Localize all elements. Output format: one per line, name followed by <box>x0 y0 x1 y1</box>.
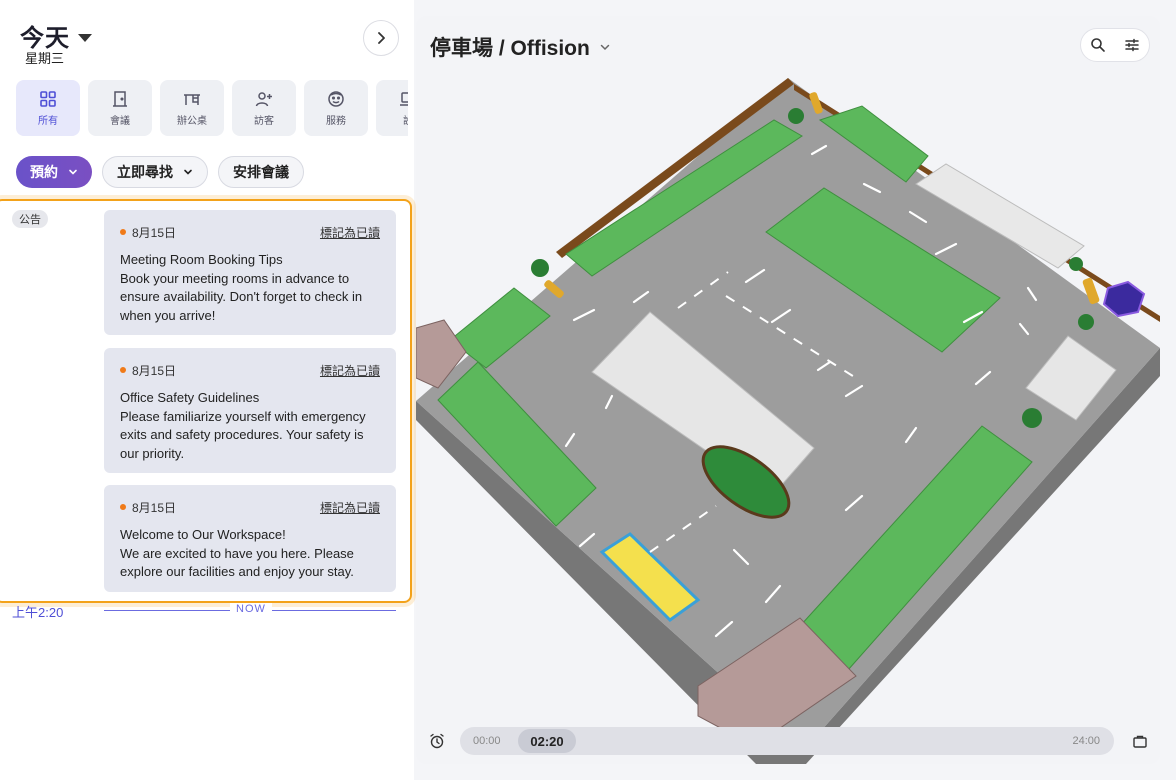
announcement-body: Please familiarize yourself with emergen… <box>120 408 366 461</box>
category-service[interactable]: 服務 <box>304 80 368 136</box>
category-all[interactable]: 所有 <box>16 80 80 136</box>
briefcase-icon <box>1133 735 1147 748</box>
shrub <box>1069 257 1083 271</box>
announcement-body: Book your meeting rooms in advance to en… <box>120 270 363 323</box>
announcement-tag: 公告 <box>12 210 48 228</box>
category-tabs: 所有 會議 辦公桌 訪客 服務 設 <box>16 80 408 136</box>
chevron-down-icon <box>600 44 610 51</box>
weekday-label: 星期三 <box>25 51 65 66</box>
category-label: 訪客 <box>254 116 274 127</box>
alarm-button[interactable] <box>424 728 450 754</box>
app: 今天 星期三 所有 會議 辦公桌 訪客 服務 預約 立即尋找 安排會議 公告 8… <box>0 0 1176 780</box>
shrub <box>1022 408 1042 428</box>
book-button[interactable]: 預約 <box>16 156 92 188</box>
briefcase-button[interactable] <box>1128 729 1152 753</box>
parking-map[interactable] <box>416 16 1160 764</box>
category-label: 所有 <box>38 116 58 127</box>
category-label: 服務 <box>326 116 346 127</box>
caret-down-icon <box>78 33 92 42</box>
find-now-button[interactable]: 立即尋找 <box>102 156 208 188</box>
now-time: 上午2:20 <box>12 605 64 620</box>
schedule-meeting-label: 安排會議 <box>233 164 289 180</box>
slider-end-label: 24:00 <box>1072 735 1100 747</box>
announcement-title: Office Safety Guidelines <box>120 390 260 405</box>
next-day-button[interactable] <box>363 20 399 56</box>
door-icon <box>113 91 127 107</box>
schedule-meeting-button[interactable]: 安排會議 <box>218 156 304 188</box>
announcement-card[interactable]: 8月15日 標記為已讀 Meeting Room Booking Tips Bo… <box>104 210 396 335</box>
time-slider[interactable]: 00:00 02:20 24:00 <box>460 727 1114 755</box>
unread-dot <box>120 367 126 373</box>
map-title-selector[interactable]: 停車場 / Offision <box>430 32 610 62</box>
grid-icon <box>40 91 56 107</box>
device-icon <box>400 92 408 106</box>
chevron-down-icon <box>184 169 192 175</box>
announcement-card[interactable]: 8月15日 標記為已讀 Welcome to Our Workspace! We… <box>104 485 396 592</box>
slider-thumb[interactable]: 02:20 <box>518 729 576 753</box>
alarm-clock-icon <box>430 733 444 749</box>
announcement-title: Meeting Room Booking Tips <box>120 252 283 267</box>
action-bar: 預約 立即尋找 安排會議 <box>16 156 304 188</box>
map-title: 停車場 / Offision <box>430 37 590 60</box>
category-visitor[interactable]: 訪客 <box>232 80 296 136</box>
announcement-title: Welcome to Our Workspace! <box>120 527 286 542</box>
time-slider-bar: 00:00 02:20 24:00 <box>424 726 1152 756</box>
filter-sliders-icon[interactable] <box>1124 37 1140 53</box>
announcement-date: 8月15日 <box>132 225 177 240</box>
category-desk[interactable]: 辦公桌 <box>160 80 224 136</box>
now-indicator: 上午2:20 NOW <box>12 602 396 620</box>
book-button-label: 預約 <box>30 164 58 180</box>
mark-as-read-link[interactable]: 標記為已讀 <box>320 362 380 379</box>
mark-as-read-link[interactable]: 標記為已讀 <box>320 224 380 241</box>
face-icon <box>328 91 344 107</box>
left-panel: 今天 星期三 所有 會議 辦公桌 訪客 服務 預約 立即尋找 安排會議 公告 8… <box>0 0 414 780</box>
category-meeting[interactable]: 會議 <box>88 80 152 136</box>
map-panel: 停車場 / Offision 00:00 02:20 24:00 <box>416 16 1160 764</box>
search-icon[interactable] <box>1090 37 1106 53</box>
chevron-down-icon <box>69 169 77 175</box>
add-person-icon <box>255 92 272 107</box>
announcement-date: 8月15日 <box>132 500 177 515</box>
shrub <box>1078 314 1094 330</box>
category-label: 設 <box>403 112 408 127</box>
now-label: NOW <box>230 603 272 615</box>
unread-dot <box>120 229 126 235</box>
slider-start-label: 00:00 <box>473 735 501 747</box>
announcement-date: 8月15日 <box>132 363 177 378</box>
announcement-body: We are excited to have you here. Please … <box>120 545 354 580</box>
map-toolbar <box>1080 28 1150 62</box>
announcement-card[interactable]: 8月15日 標記為已讀 Office Safety Guidelines Ple… <box>104 348 396 473</box>
desk-icon <box>184 94 200 105</box>
shrub <box>531 259 549 277</box>
fountain <box>1102 280 1146 318</box>
current-time: 02:20 <box>530 733 564 749</box>
shrub <box>788 108 804 124</box>
unread-dot <box>120 504 126 510</box>
category-label: 會議 <box>110 116 130 127</box>
chevron-right-icon <box>378 32 385 44</box>
category-device[interactable]: 設 <box>376 80 408 136</box>
find-now-label: 立即尋找 <box>117 164 173 180</box>
category-label: 辦公桌 <box>177 116 207 127</box>
mark-as-read-link[interactable]: 標記為已讀 <box>320 499 380 516</box>
